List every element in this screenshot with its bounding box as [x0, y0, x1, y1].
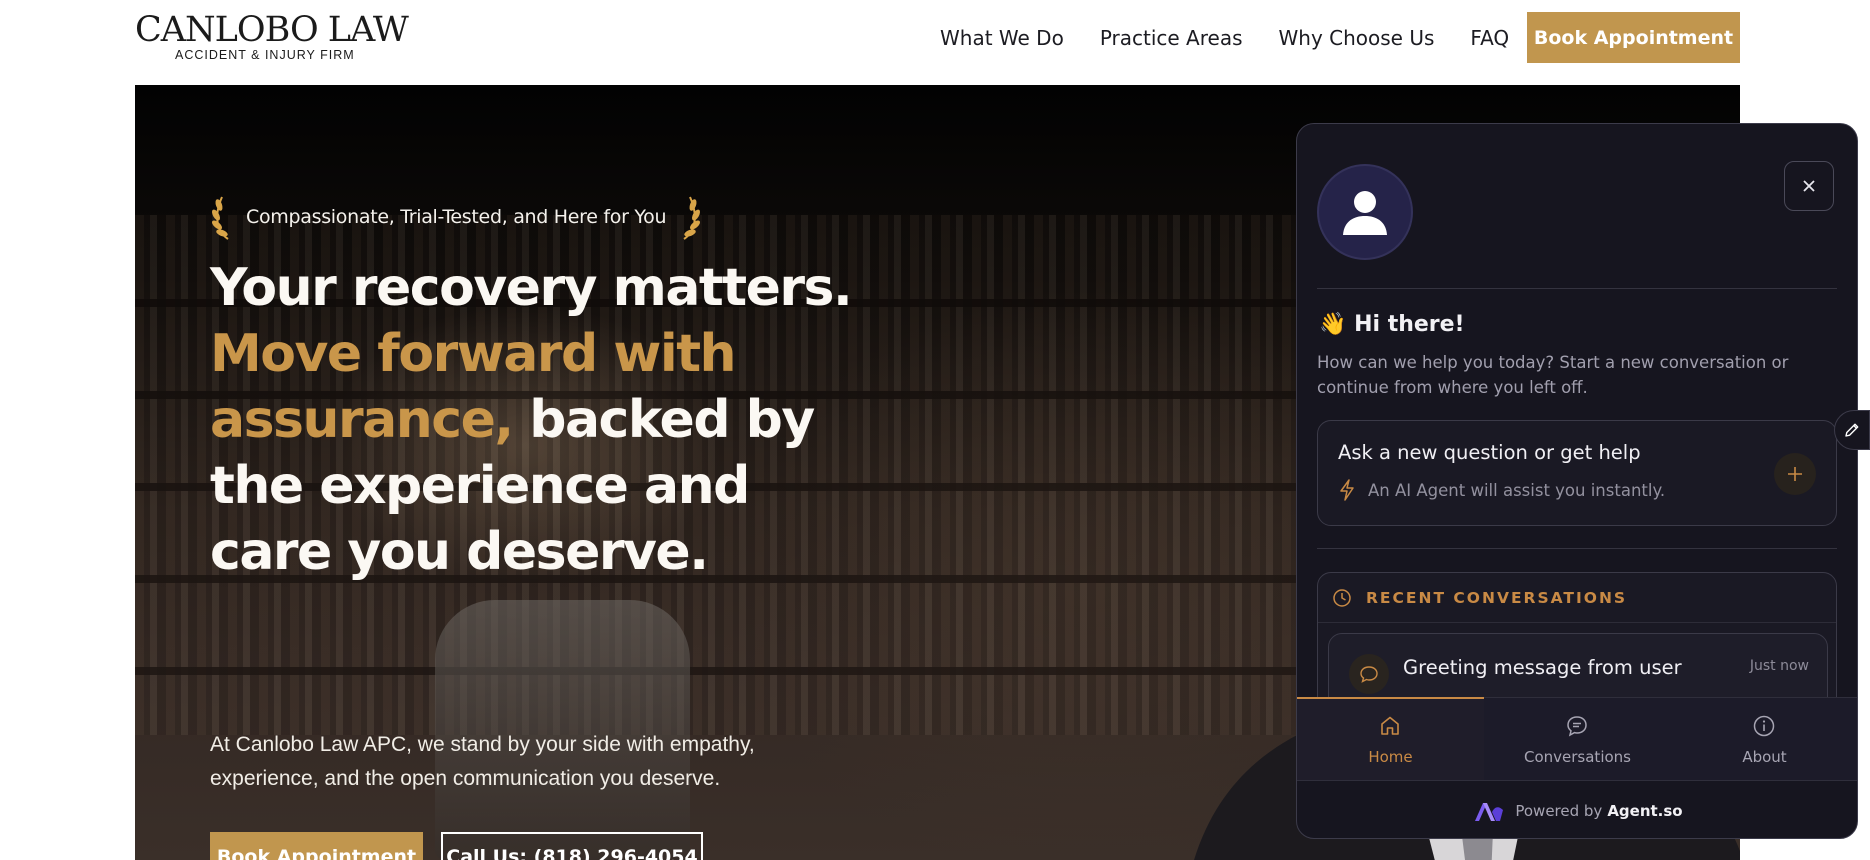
hero-call-button[interactable]: Call Us: (818) 296-4054: [441, 832, 703, 860]
laurel-left-icon: [212, 196, 229, 240]
hero-tagline: Compassionate, Trial-Tested, and Here fo…: [210, 193, 702, 241]
clock-icon: [1333, 588, 1351, 607]
chat-widget: 👋 Hi there! How can we help you today? S…: [1296, 123, 1858, 839]
recent-conversations-panel: RECENT CONVERSATIONS Greeting message fr…: [1317, 572, 1837, 712]
main-nav: What We Do Practice Areas Why Choose Us …: [940, 12, 1545, 63]
powered-by-footer[interactable]: Powered by Agent.so: [1297, 780, 1857, 838]
tagline-text: Compassionate, Trial-Tested, and Here fo…: [246, 206, 667, 228]
nav-what-we-do[interactable]: What We Do: [940, 26, 1064, 50]
recent-conversations-header: RECENT CONVERSATIONS: [1318, 573, 1836, 623]
agent-so-logo-icon: [1475, 802, 1504, 821]
header-divider: [1317, 288, 1837, 289]
hero-book-appointment-button[interactable]: Book Appointment: [210, 832, 423, 860]
header-book-appointment-button[interactable]: Book Appointment: [1527, 12, 1740, 63]
home-icon: [1381, 716, 1399, 735]
powered-by-brand: Agent.so: [1607, 801, 1683, 820]
section-divider: [1317, 548, 1837, 549]
close-icon: [1803, 180, 1815, 192]
greeting-subtitle: How can we help you today? Start a new c…: [1317, 353, 1789, 397]
lightning-icon: [1340, 479, 1354, 501]
conversation-avatar: [1349, 654, 1389, 694]
nav-why-choose-us[interactable]: Why Choose Us: [1279, 26, 1435, 50]
greeting-heading: 👋 Hi there!: [1319, 312, 1465, 337]
headline-line-1: Your recovery matters.: [210, 258, 853, 318]
laurel-right-icon: [683, 196, 701, 240]
tab-conversations[interactable]: Conversations: [1484, 698, 1671, 781]
tab-conversations-label: Conversations: [1524, 748, 1631, 766]
nav-practice-areas[interactable]: Practice Areas: [1100, 26, 1243, 50]
logo-wordmark: CANLOBO LAW: [135, 10, 409, 50]
new-question-title: Ask a new question or get help: [1338, 441, 1641, 464]
recent-conversations-title: RECENT CONVERSATIONS: [1366, 588, 1628, 607]
info-icon: [1753, 715, 1775, 737]
logo-tagline: ACCIDENT & INJURY FIRM: [175, 48, 355, 62]
tab-about-label: About: [1742, 748, 1787, 766]
powered-by-text: Powered by: [1515, 801, 1603, 820]
new-question-card[interactable]: Ask a new question or get help An AI Age…: [1317, 420, 1837, 526]
greeting-text: Hi there!: [1354, 312, 1465, 337]
tab-home-label: Home: [1368, 748, 1413, 766]
plus-icon: [1788, 467, 1802, 481]
wave-emoji-icon: 👋: [1319, 312, 1347, 337]
site-header: CANLOBO LAW ACCIDENT & INJURY FIRM What …: [0, 0, 1870, 85]
chat-bubble-icon: [1360, 666, 1378, 683]
conversation-timestamp: Just now: [1749, 658, 1809, 674]
pencil-icon: [1845, 423, 1859, 437]
chat-bubble-icon: [1567, 716, 1587, 737]
hero-description: At Canlobo Law APC, we stand by your sid…: [210, 733, 755, 790]
user-icon: [1343, 191, 1387, 235]
chat-tab-bar: Home Conversations About: [1297, 697, 1857, 781]
site-logo[interactable]: CANLOBO LAW ACCIDENT & INJURY FIRM: [135, 10, 409, 66]
hero-headline: Your recovery matters. Move forward with…: [210, 255, 870, 585]
agent-avatar: [1317, 164, 1413, 260]
nav-faq[interactable]: FAQ: [1470, 26, 1509, 50]
close-chat-button[interactable]: [1784, 161, 1834, 211]
new-question-subtitle: An AI Agent will assist you instantly.: [1368, 481, 1666, 500]
compose-floating-button[interactable]: [1834, 410, 1870, 450]
conversation-title: Greeting message from user: [1403, 656, 1682, 679]
new-question-add-button[interactable]: [1774, 453, 1816, 495]
tab-about[interactable]: About: [1671, 698, 1857, 781]
tab-home[interactable]: Home: [1297, 697, 1484, 781]
